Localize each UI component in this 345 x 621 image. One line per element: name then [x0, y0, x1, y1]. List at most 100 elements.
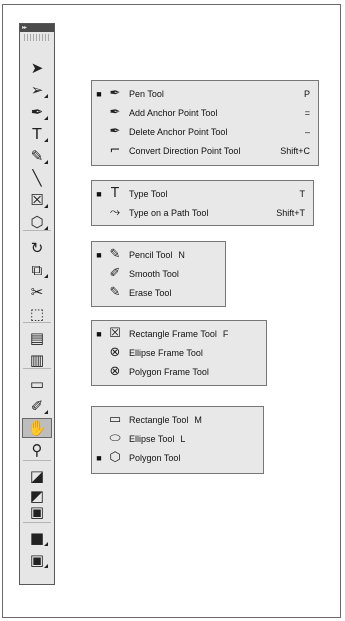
- selection-tool-button[interactable]: ➤: [22, 58, 52, 78]
- panel-grip[interactable]: [24, 34, 50, 41]
- menu-item-type[interactable]: ■ T Type Tool T: [92, 184, 313, 203]
- menu-item-convert-direction-point[interactable]: ⌐ Convert Direction Point Tool Shift+C: [92, 141, 318, 160]
- pen-tools-flyout: ■ ✒ Pen Tool P ✒ Add Anchor Point Tool = ✒ Delet…: [91, 80, 319, 166]
- pencil-tool-button[interactable]: ✎: [22, 146, 52, 166]
- keyboard-shortcut: =: [304, 107, 310, 118]
- zoom-tool-button[interactable]: ⚲: [22, 440, 52, 460]
- rectangle-frame-tool-button[interactable]: ☒: [22, 190, 52, 210]
- hidden-tools-indicator: [44, 160, 48, 164]
- ellipse-frame-icon: ⊗: [109, 345, 121, 360]
- free-transform-tool-button[interactable]: ⬚: [22, 304, 52, 324]
- pen-tool-icon: ✒: [30, 103, 44, 121]
- pencil-tools-flyout: ■ ✎ Pencil Tool N ✐ Smooth Tool ✎ Erase Tool: [91, 241, 226, 307]
- menu-item-label: Type Tool: [129, 188, 168, 199]
- menu-item-rectangle-frame[interactable]: ■ ☒ Rectangle Frame Tool F: [92, 324, 266, 343]
- menu-item-label: Rectangle Frame Tool: [129, 328, 217, 339]
- keyboard-shortcut: M: [194, 414, 202, 425]
- menu-item-label: Polygon Tool: [129, 452, 181, 463]
- keyboard-shortcut: F: [222, 328, 229, 339]
- menu-item-type-on-path[interactable]: ⤳ Type on a Path Tool Shift+T: [92, 203, 313, 222]
- menu-item-rectangle[interactable]: ▭ Rectangle Tool M: [92, 410, 263, 429]
- hidden-tools-indicator: [44, 274, 48, 278]
- normal-view-icon: ■: [29, 529, 45, 547]
- shape-tools-flyout: ▭ Rectangle Tool M ⬭ Ellipse Tool L ■ ⬡ Polygon …: [91, 406, 264, 474]
- active-tool-bullet: ■: [96, 328, 102, 339]
- ellipse-icon: ⬭: [109, 431, 121, 446]
- gradient-feather-tool-icon: ▥: [29, 351, 45, 369]
- toolbar-divider: [23, 460, 51, 461]
- keyboard-shortcut: T: [299, 188, 306, 199]
- pen-tool-button[interactable]: ✒: [22, 102, 52, 122]
- menu-item-add-anchor-point[interactable]: ✒ Add Anchor Point Tool =: [92, 103, 318, 122]
- keyboard-shortcut: P: [303, 88, 310, 99]
- active-tool-bullet: ■: [96, 452, 102, 463]
- scissors-tool-button[interactable]: ✂: [22, 282, 52, 302]
- hidden-tools-indicator: [44, 116, 48, 120]
- menu-item-label: Pencil Tool: [129, 249, 173, 260]
- note-tool-icon: ▭: [29, 375, 45, 393]
- menu-item-erase[interactable]: ✎ Erase Tool: [92, 283, 225, 302]
- rotate-tool-button[interactable]: ↻: [22, 238, 52, 258]
- hidden-tools-indicator: [44, 410, 48, 414]
- apply-color-icon: ▣: [29, 503, 45, 521]
- polygon-icon: ⬡: [109, 450, 121, 465]
- selection-tool-icon: ➤: [30, 59, 44, 77]
- scale-tool-button[interactable]: ⧉: [22, 260, 52, 280]
- type-icon: T: [111, 186, 119, 201]
- menu-item-pen[interactable]: ■ ✒ Pen Tool P: [92, 84, 318, 103]
- hidden-tools-indicator: [44, 542, 48, 546]
- convert-direction-point-icon: ⌐: [109, 143, 121, 158]
- gradient-feather-tool-button[interactable]: ▥: [22, 350, 52, 370]
- menu-item-label: Delete Anchor Point Tool: [129, 126, 228, 137]
- menu-item-label: Ellipse Frame Tool: [129, 347, 203, 358]
- menu-item-pencil[interactable]: ■ ✎ Pencil Tool N: [92, 245, 225, 264]
- apply-color-button[interactable]: ▣: [22, 502, 52, 522]
- menu-item-smooth[interactable]: ✐ Smooth Tool: [92, 264, 225, 283]
- type-tool-icon: T: [32, 125, 42, 143]
- menu-item-polygon[interactable]: ■ ⬡ Polygon Tool: [92, 448, 263, 467]
- normal-view-button[interactable]: ■: [22, 528, 52, 548]
- frame-tools-flyout: ■ ☒ Rectangle Frame Tool F ⊗ Ellipse Frame To…: [91, 320, 267, 386]
- keyboard-shortcut: Shift+C: [280, 145, 310, 156]
- menu-item-polygon-frame[interactable]: ⊗ Polygon Frame Tool: [92, 362, 266, 381]
- pencil-icon: ✎: [109, 247, 121, 262]
- menu-item-ellipse-frame[interactable]: ⊗ Ellipse Frame Tool: [92, 343, 266, 362]
- hand-tool-button[interactable]: ✋: [22, 418, 52, 438]
- scale-tool-icon: ⧉: [31, 261, 43, 279]
- fill-stroke-swatch-button[interactable]: ◪: [22, 466, 52, 486]
- gradient-tool-icon: ▤: [29, 329, 45, 347]
- hidden-tools-indicator: [44, 204, 48, 208]
- line-tool-button[interactable]: ╲: [22, 168, 52, 188]
- keyboard-shortcut: L: [180, 433, 186, 444]
- menu-item-label: Ellipse Tool: [129, 433, 175, 444]
- line-tool-icon: ╲: [32, 169, 42, 187]
- polygon-tool-icon: ⬡: [30, 213, 44, 231]
- note-tool-button[interactable]: ▭: [22, 374, 52, 394]
- screen-mode-button[interactable]: ▣: [22, 550, 52, 570]
- pencil-tool-icon: ✎: [30, 147, 44, 165]
- panel-collapse-button[interactable]: ▸▸: [20, 24, 54, 32]
- keyboard-shortcut: –: [304, 126, 310, 137]
- active-tool-bullet: ■: [96, 88, 102, 99]
- type-tools-flyout: ■ T Type Tool T ⤳ Type on a Path Tool Shift+T: [91, 180, 314, 226]
- gradient-tool-button[interactable]: ▤: [22, 328, 52, 348]
- menu-item-label: Erase Tool: [129, 287, 172, 298]
- toolbar-divider: [23, 522, 51, 523]
- pen-icon: ✒: [109, 86, 121, 101]
- direct-selection-tool-button[interactable]: ➢: [22, 80, 52, 100]
- type-tool-button[interactable]: T: [22, 124, 52, 144]
- free-transform-tool-icon: ⬚: [29, 305, 45, 323]
- polygon-tool-button[interactable]: ⬡: [22, 212, 52, 232]
- keyboard-shortcut: Shift+T: [276, 207, 305, 218]
- hidden-tools-indicator: [44, 226, 48, 230]
- eyedropper-tool-button[interactable]: ✐: [22, 396, 52, 416]
- menu-item-ellipse[interactable]: ⬭ Ellipse Tool L: [92, 429, 263, 448]
- rotate-tool-icon: ↻: [30, 239, 44, 257]
- menu-item-delete-anchor-point[interactable]: ✒ Delete Anchor Point Tool –: [92, 122, 318, 141]
- active-tool-bullet: ■: [96, 188, 102, 199]
- direct-selection-tool-icon: ➢: [30, 81, 44, 99]
- fill-stroke-swatch-icon: ◪: [29, 467, 45, 485]
- scissors-tool-icon: ✂: [30, 283, 44, 301]
- menu-item-label: Convert Direction Point Tool: [129, 145, 241, 156]
- eyedropper-tool-icon: ✐: [30, 397, 44, 415]
